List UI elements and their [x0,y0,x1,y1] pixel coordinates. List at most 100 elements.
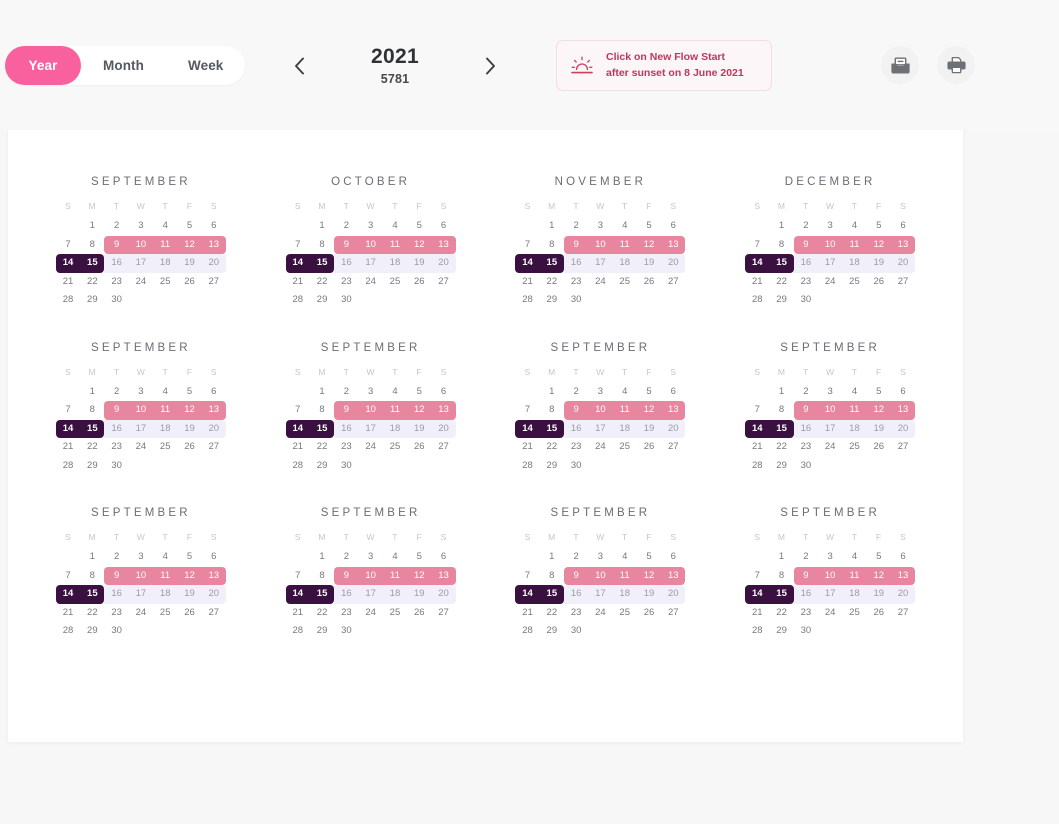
day-cell[interactable]: 16 [793,419,819,438]
day-cell[interactable]: 20 [201,585,226,604]
day-cell[interactable]: 9 [793,401,819,420]
day-cell[interactable]: 10 [358,566,383,585]
day-cell[interactable]: 29 [769,457,793,476]
day-cell[interactable]: 7 [286,401,310,420]
day-cell[interactable]: 13 [201,566,226,585]
day-cell[interactable]: 29 [540,291,564,310]
day-cell[interactable]: 7 [745,236,769,255]
day-cell[interactable]: 28 [515,291,539,310]
day-cell[interactable]: 8 [540,567,564,586]
day-cell[interactable]: 27 [891,273,915,292]
day-cell[interactable]: 5 [177,217,201,236]
day-cell[interactable]: 3 [129,217,153,236]
day-cell[interactable]: 20 [890,254,916,273]
day-cell[interactable]: 23 [564,438,588,457]
day-cell[interactable]: 21 [56,438,80,457]
day-cell[interactable]: 15 [80,254,105,273]
day-cell[interactable]: 1 [310,383,334,402]
day-cell[interactable]: 3 [818,383,842,402]
day-cell[interactable]: 11 [153,401,178,420]
day-cell[interactable]: 16 [793,254,819,273]
day-cell[interactable]: 25 [153,273,177,292]
day-cell[interactable]: 18 [612,585,637,604]
day-cell[interactable]: 17 [358,254,383,273]
day-cell[interactable]: 22 [769,438,793,457]
day-cell[interactable]: 13 [201,235,226,254]
day-cell[interactable]: 10 [818,235,843,254]
day-cell[interactable]: 15 [769,419,794,438]
day-cell[interactable]: 10 [128,401,154,420]
day-cell[interactable]: 21 [286,438,310,457]
day-cell[interactable]: 1 [769,217,793,236]
day-cell[interactable]: 17 [128,419,154,438]
day-cell[interactable]: 24 [359,438,383,457]
day-cell[interactable]: 22 [769,273,793,292]
day-cell[interactable]: 12 [407,401,432,420]
day-cell[interactable]: 26 [407,273,431,292]
day-cell[interactable]: 14 [745,419,770,438]
day-cell[interactable]: 1 [769,383,793,402]
day-cell[interactable]: 7 [56,567,80,586]
day-cell[interactable]: 11 [382,235,408,254]
day-cell[interactable]: 22 [80,604,104,623]
day-cell[interactable]: 25 [613,604,637,623]
day-cell[interactable]: 28 [745,291,769,310]
day-cell[interactable]: 4 [613,548,637,567]
day-cell[interactable]: 18 [612,254,637,273]
day-cell[interactable]: 20 [661,254,686,273]
day-cell[interactable]: 25 [842,438,866,457]
day-cell[interactable]: 22 [540,604,564,623]
day-cell[interactable]: 14 [745,585,770,604]
day-cell[interactable]: 18 [153,254,178,273]
day-cell[interactable]: 20 [201,419,226,438]
day-cell[interactable]: 7 [515,567,539,586]
day-cell[interactable]: 26 [407,438,431,457]
day-cell[interactable]: 28 [745,622,769,641]
day-cell[interactable]: 30 [104,457,128,476]
day-cell[interactable]: 14 [285,419,310,438]
day-cell[interactable]: 18 [842,585,867,604]
day-cell[interactable]: 28 [515,622,539,641]
day-cell[interactable]: 8 [310,401,334,420]
day-cell[interactable]: 5 [407,548,431,567]
day-cell[interactable]: 14 [515,585,540,604]
day-cell[interactable]: 4 [153,383,177,402]
day-cell[interactable]: 12 [177,235,202,254]
day-cell[interactable]: 12 [407,235,432,254]
day-cell[interactable]: 19 [866,419,891,438]
day-cell[interactable]: 16 [563,585,589,604]
day-cell[interactable]: 26 [637,604,661,623]
day-cell[interactable]: 27 [202,438,226,457]
day-cell[interactable]: 6 [661,217,685,236]
day-cell[interactable]: 15 [539,254,564,273]
day-cell[interactable]: 5 [637,548,661,567]
day-cell[interactable]: 5 [407,217,431,236]
day-cell[interactable]: 6 [891,217,915,236]
day-cell[interactable]: 12 [177,401,202,420]
day-cell[interactable]: 21 [515,604,539,623]
day-cell[interactable]: 9 [563,566,589,585]
day-cell[interactable]: 19 [866,585,891,604]
day-cell[interactable]: 2 [564,383,588,402]
day-cell[interactable]: 10 [818,401,843,420]
day-cell[interactable]: 5 [177,383,201,402]
day-cell[interactable]: 14 [55,419,81,438]
day-cell[interactable]: 13 [890,235,916,254]
day-cell[interactable]: 13 [201,401,226,420]
day-cell[interactable]: 24 [588,438,612,457]
day-cell[interactable]: 18 [612,419,637,438]
mail-button[interactable] [881,46,919,84]
day-cell[interactable]: 21 [745,604,769,623]
day-cell[interactable]: 11 [842,401,867,420]
day-cell[interactable]: 9 [104,401,129,420]
day-cell[interactable]: 13 [890,401,916,420]
day-cell[interactable]: 23 [104,604,128,623]
day-cell[interactable]: 3 [588,548,612,567]
day-cell[interactable]: 3 [588,217,612,236]
day-cell[interactable]: 23 [794,438,818,457]
day-cell[interactable]: 2 [564,217,588,236]
day-cell[interactable]: 11 [612,566,637,585]
day-cell[interactable]: 20 [431,254,456,273]
day-cell[interactable]: 19 [177,254,202,273]
day-cell[interactable]: 7 [515,236,539,255]
